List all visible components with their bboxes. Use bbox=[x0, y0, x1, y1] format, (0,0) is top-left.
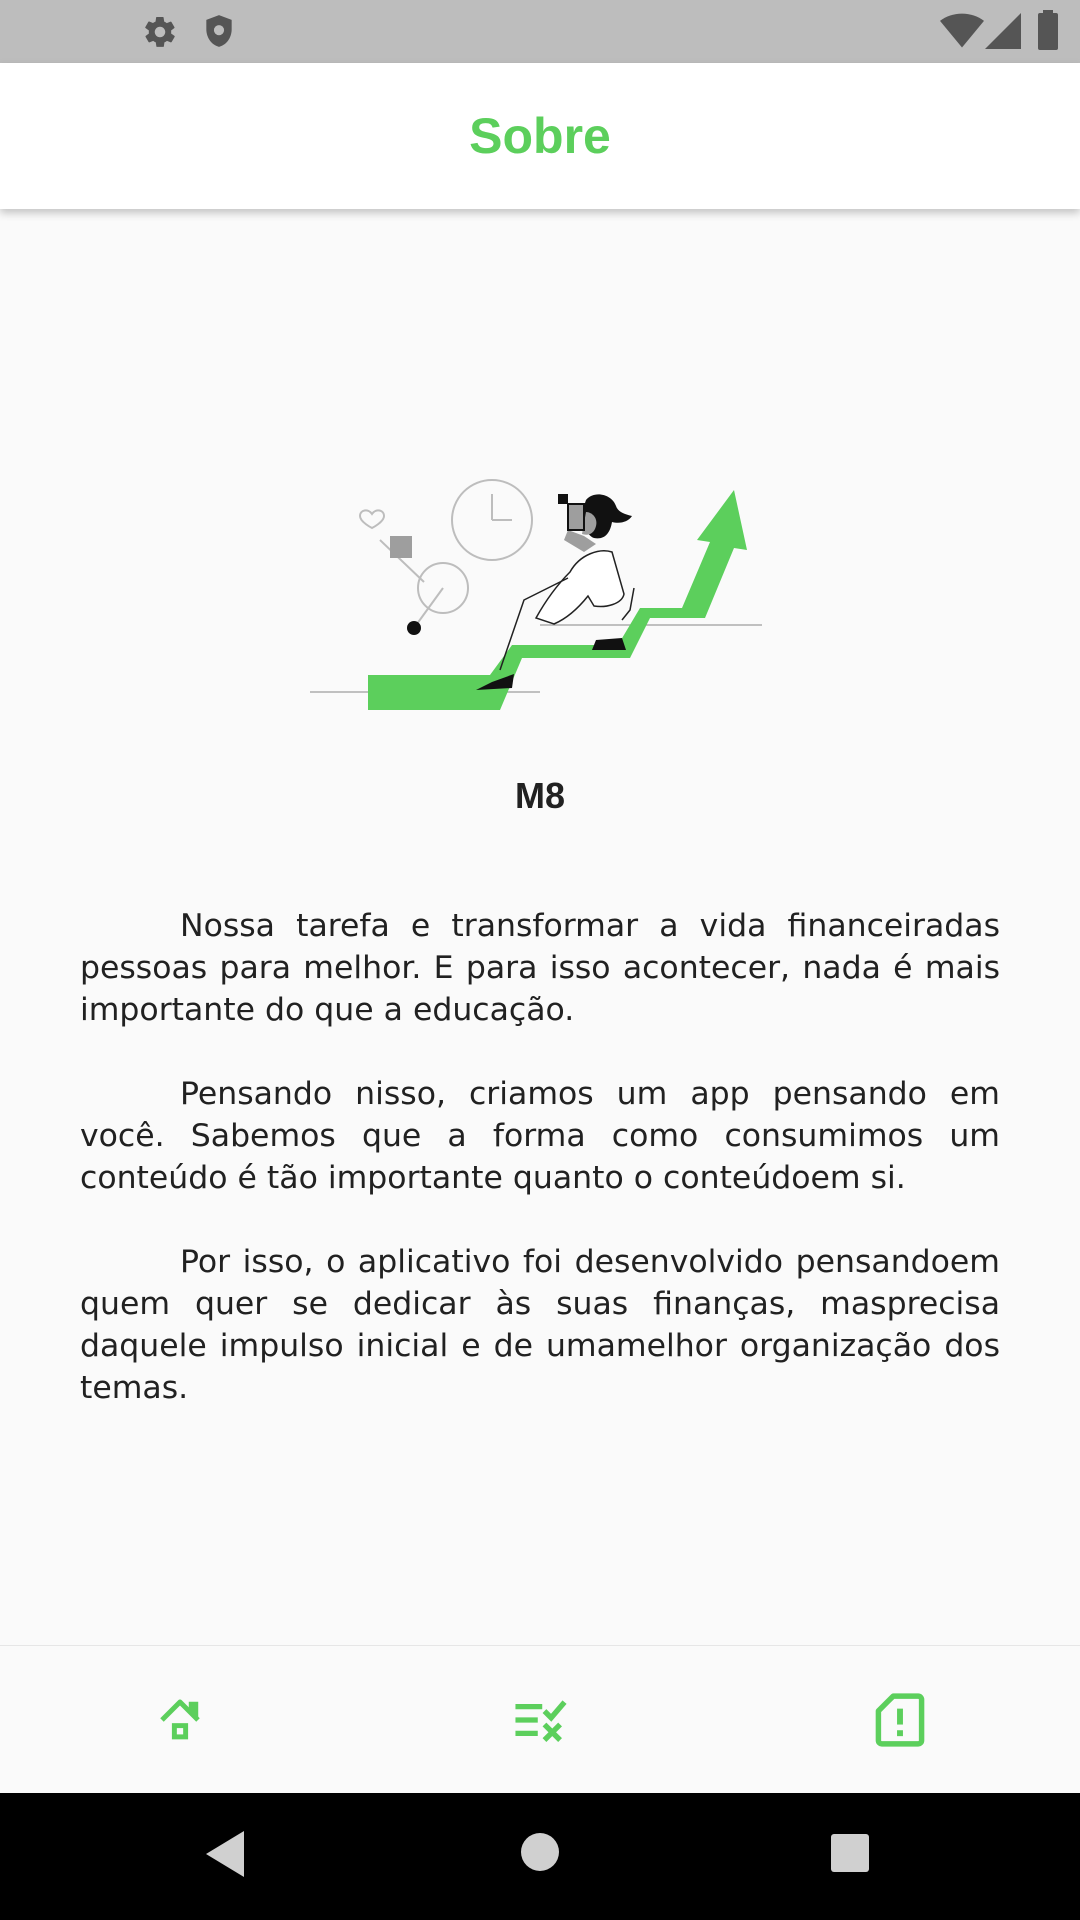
gear-icon bbox=[145, 17, 175, 47]
page-title: Sobre bbox=[469, 108, 611, 164]
shield-icon bbox=[206, 15, 232, 47]
bottom-navigation bbox=[0, 1645, 1080, 1794]
about-paragraph: Pensando nisso, criamos um app pensando … bbox=[80, 1076, 1000, 1196]
app-bar: Sobre bbox=[0, 63, 1080, 209]
home-icon bbox=[160, 1699, 200, 1740]
about-paragraph: Por isso, o aplicativo foi desenvolvido … bbox=[80, 1244, 1000, 1406]
about-text: Nossa tarefa e transformar a vida financ… bbox=[80, 905, 1000, 1451]
about-paragraph: Nossa tarefa e transformar a vida financ… bbox=[80, 908, 1000, 1028]
back-icon[interactable] bbox=[204, 1829, 246, 1879]
cell-signal-icon bbox=[985, 13, 1021, 49]
nav-item-report[interactable] bbox=[840, 1646, 960, 1794]
woman-climbing-growth-arrow-illustration bbox=[310, 479, 762, 710]
nav-item-home[interactable] bbox=[120, 1646, 240, 1794]
wifi-icon bbox=[940, 13, 984, 48]
recents-icon[interactable] bbox=[830, 1833, 870, 1873]
app-name-heading: M8 bbox=[514, 775, 565, 816]
report-icon bbox=[875, 1693, 925, 1747]
home-circle-icon[interactable] bbox=[520, 1832, 560, 1872]
battery-icon bbox=[1038, 10, 1058, 50]
nav-item-checklist[interactable] bbox=[480, 1646, 600, 1794]
system-navigation-bar bbox=[0, 1793, 1080, 1920]
status-bar bbox=[0, 0, 1080, 63]
checklist-icon bbox=[515, 1700, 567, 1742]
